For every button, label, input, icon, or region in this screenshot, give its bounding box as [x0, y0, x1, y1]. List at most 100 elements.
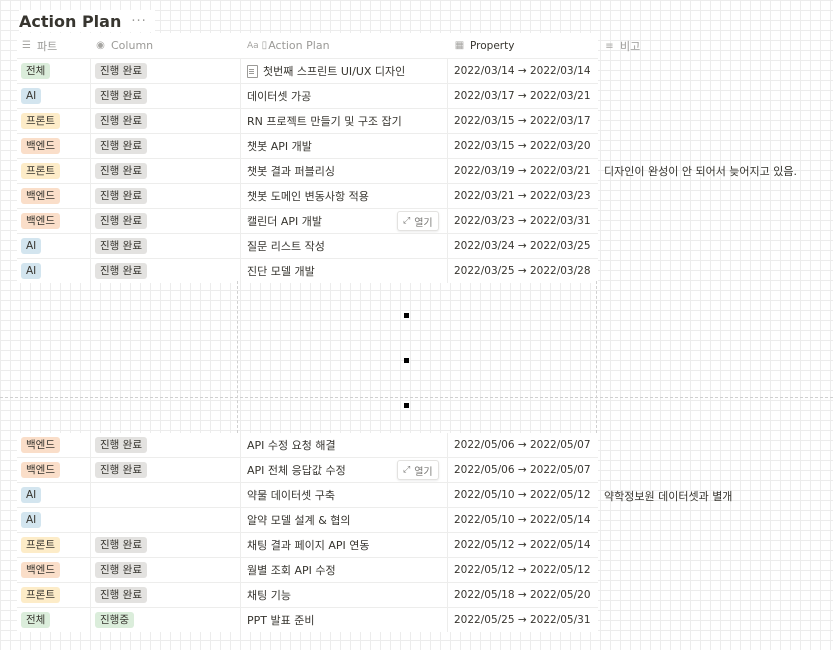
- cell-status[interactable]: [91, 508, 241, 532]
- table-row[interactable]: 프론트 진행 완료 채팅 기능 2022/05/18 → 2022/05/20: [17, 582, 598, 607]
- cell-status[interactable]: [91, 483, 241, 507]
- cell-action-plan[interactable]: 챗봇 도메인 변동사항 적용: [241, 184, 448, 208]
- cell-date-range[interactable]: 2022/03/21 → 2022/03/23: [448, 184, 598, 208]
- cell-date-range[interactable]: 2022/03/17 → 2022/03/21: [448, 84, 598, 108]
- cell-date-range[interactable]: 2022/03/24 → 2022/03/25: [448, 234, 598, 258]
- cell-date-range[interactable]: 2022/05/12 → 2022/05/12: [448, 558, 598, 582]
- open-row-button[interactable]: ⤢ 열기: [397, 211, 439, 231]
- cell-date-range[interactable]: 2022/03/14 → 2022/03/14: [448, 59, 598, 83]
- cell-status[interactable]: 진행 완료: [91, 583, 241, 607]
- column-header-part[interactable]: ☰ 파트: [17, 33, 91, 58]
- date-range: 2022/05/06 → 2022/05/07: [454, 439, 591, 451]
- cell-date-range[interactable]: 2022/03/15 → 2022/03/17: [448, 109, 598, 133]
- cell-status[interactable]: 진행 완료: [91, 234, 241, 258]
- table-row[interactable]: 프론트 진행 완료 챗봇 결과 퍼블리싱 2022/03/19 → 2022/03/2…: [17, 158, 598, 183]
- cell-part[interactable]: 전체: [17, 608, 91, 632]
- column-header-notes[interactable]: ≡ 비고: [604, 38, 640, 54]
- cell-action-plan[interactable]: 챗봇 결과 퍼블리싱: [241, 159, 448, 183]
- table-row[interactable]: 백엔드 진행 완료 월별 조회 API 수정 2022/05/12 → 2022/05…: [17, 557, 598, 582]
- cell-status[interactable]: 진행 완료: [91, 109, 241, 133]
- table-row[interactable]: 백엔드 진행 완료 캘린더 API 개발 2022/03/23 → 2022/03/3…: [17, 208, 598, 233]
- cell-date-range[interactable]: 2022/03/15 → 2022/03/20: [448, 134, 598, 158]
- cell-status[interactable]: 진행 완료: [91, 458, 241, 482]
- cell-part[interactable]: 프론트: [17, 533, 91, 557]
- cell-action-plan[interactable]: 데이터셋 가공: [241, 84, 448, 108]
- cell-action-plan[interactable]: RN 프로젝트 만들기 및 구조 잡기: [241, 109, 448, 133]
- table-row[interactable]: AI 진행 완료 질문 리스트 작성 2022/03/24 → 2022/03/25: [17, 233, 598, 258]
- cell-part[interactable]: 백엔드: [17, 209, 91, 233]
- column-header-action-plan[interactable]: Aa ▯ Action Plan: [241, 33, 448, 58]
- table-row[interactable]: 백엔드 진행 완료 API 전체 응답값 수정 2022/05/06 → 2022/0…: [17, 457, 598, 482]
- cell-date-range[interactable]: 2022/05/12 → 2022/05/14: [448, 533, 598, 557]
- table-row[interactable]: AI 진행 완료 진단 모델 개발 2022/03/25 → 2022/03/28: [17, 258, 598, 283]
- cell-action-plan[interactable]: 알약 모델 설계 & 협의: [241, 508, 448, 532]
- cell-date-range[interactable]: 2022/05/10 → 2022/05/14: [448, 508, 598, 532]
- cell-part[interactable]: 백엔드: [17, 184, 91, 208]
- cell-status[interactable]: 진행 완료: [91, 134, 241, 158]
- table-row[interactable]: AI 진행 완료 데이터셋 가공 2022/03/17 → 2022/03/21: [17, 83, 598, 108]
- expand-icon: ⤢: [403, 216, 411, 226]
- cell-status[interactable]: 진행 완료: [91, 159, 241, 183]
- cell-date-range[interactable]: 2022/05/25 → 2022/05/31: [448, 608, 598, 632]
- column-header-property[interactable]: ▦ Property: [448, 33, 598, 58]
- cell-action-plan[interactable]: API 수정 요청 해결: [241, 433, 448, 457]
- cell-part[interactable]: 전체: [17, 59, 91, 83]
- cell-date-range[interactable]: 2022/05/06 → 2022/05/07: [448, 458, 598, 482]
- cell-action-plan[interactable]: 약물 데이터셋 구축: [241, 483, 448, 507]
- cell-part[interactable]: 프론트: [17, 109, 91, 133]
- cell-part[interactable]: AI: [17, 483, 91, 507]
- cell-status[interactable]: 진행 완료: [91, 533, 241, 557]
- cell-date-range[interactable]: 2022/05/10 → 2022/05/12: [448, 483, 598, 507]
- table-row[interactable]: 프론트 진행 완료 RN 프로젝트 만들기 및 구조 잡기 2022/03/15 → …: [17, 108, 598, 133]
- column-header-status[interactable]: ◉ Column: [91, 33, 241, 58]
- cell-part[interactable]: 프론트: [17, 583, 91, 607]
- cell-part[interactable]: AI: [17, 259, 91, 283]
- open-row-button[interactable]: ⤢ 열기: [397, 460, 439, 480]
- cell-status[interactable]: 진행 완료: [91, 84, 241, 108]
- cell-action-plan[interactable]: 채팅 결과 페이지 API 연동: [241, 533, 448, 557]
- status-tag: 진행 완료: [95, 437, 147, 453]
- cell-status[interactable]: 진행 완료: [91, 558, 241, 582]
- table-row[interactable]: 백엔드 진행 완료 챗봇 도메인 변동사항 적용 2022/03/21 → 2022/…: [17, 183, 598, 208]
- cell-part[interactable]: 백엔드: [17, 458, 91, 482]
- cell-part[interactable]: 백엔드: [17, 134, 91, 158]
- cell-part[interactable]: 백엔드: [17, 433, 91, 457]
- cell-part[interactable]: 백엔드: [17, 558, 91, 582]
- table-row[interactable]: 전체 진행중 PPT 발표 준비 2022/05/25 → 2022/05/31: [17, 607, 598, 632]
- cell-status[interactable]: 진행 완료: [91, 259, 241, 283]
- cell-part[interactable]: 프론트: [17, 159, 91, 183]
- cell-action-plan[interactable]: 진단 모델 개발: [241, 259, 448, 283]
- more-options-icon[interactable]: ···: [131, 14, 146, 29]
- database-table-bottom: 백엔드 진행 완료 API 수정 요청 해결 2022/05/06 → 2022/05…: [17, 433, 598, 632]
- column-header-label: Action Plan: [268, 39, 330, 52]
- cell-date-range[interactable]: 2022/05/06 → 2022/05/07: [448, 433, 598, 457]
- cell-status[interactable]: 진행 완료: [91, 184, 241, 208]
- cell-status[interactable]: 진행 완료: [91, 433, 241, 457]
- date-range: 2022/05/25 → 2022/05/31: [454, 614, 591, 626]
- cell-part[interactable]: AI: [17, 508, 91, 532]
- cell-action-plan[interactable]: 채팅 기능: [241, 583, 448, 607]
- table-row[interactable]: AI 약물 데이터셋 구축 2022/05/10 → 2022/05/12: [17, 482, 598, 507]
- table-row[interactable]: AI 알약 모델 설계 & 협의 2022/05/10 → 2022/05/14: [17, 507, 598, 532]
- cell-action-plan[interactable]: PPT 발표 준비: [241, 608, 448, 632]
- cell-status[interactable]: 진행중: [91, 608, 241, 632]
- date-range: 2022/03/21 → 2022/03/23: [454, 190, 591, 202]
- task-title: 월별 조회 API 수정: [247, 564, 336, 577]
- cell-action-plan[interactable]: 첫번째 스프린트 UI/UX 디자인: [241, 59, 448, 83]
- cell-status[interactable]: 진행 완료: [91, 209, 241, 233]
- cell-date-range[interactable]: 2022/03/19 → 2022/03/21: [448, 159, 598, 183]
- cell-status[interactable]: 진행 완료: [91, 59, 241, 83]
- table-row[interactable]: 백엔드 진행 완료 API 수정 요청 해결 2022/05/06 → 2022/05…: [17, 433, 598, 457]
- cell-action-plan[interactable]: 월별 조회 API 수정: [241, 558, 448, 582]
- table-row[interactable]: 전체 진행 완료 첫번째 스프린트 UI/UX 디자인 2022/03/14 → 20…: [17, 58, 598, 83]
- cell-part[interactable]: AI: [17, 84, 91, 108]
- task-title: 채팅 기능: [247, 589, 291, 602]
- cell-date-range[interactable]: 2022/05/18 → 2022/05/20: [448, 583, 598, 607]
- cell-part[interactable]: AI: [17, 234, 91, 258]
- cell-date-range[interactable]: 2022/03/23 → 2022/03/31: [448, 209, 598, 233]
- table-row[interactable]: 백엔드 진행 완료 챗봇 API 개발 2022/03/15 → 2022/03/20: [17, 133, 598, 158]
- cell-action-plan[interactable]: 질문 리스트 작성: [241, 234, 448, 258]
- cell-action-plan[interactable]: 챗봇 API 개발: [241, 134, 448, 158]
- cell-date-range[interactable]: 2022/03/25 → 2022/03/28: [448, 259, 598, 283]
- table-row[interactable]: 프론트 진행 완료 채팅 결과 페이지 API 연동 2022/05/12 → 202…: [17, 532, 598, 557]
